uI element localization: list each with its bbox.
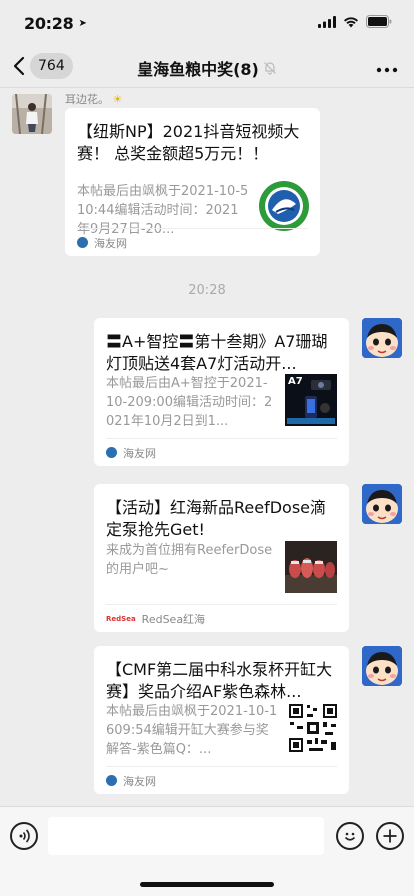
wifi-icon (344, 16, 358, 27)
link-card[interactable]: 【活动】红海新品ReefDose滴定泵抢先Get! 来成为首位拥有ReeferD… (94, 484, 349, 632)
reefdose-product-image (285, 541, 337, 593)
smiley-icon (344, 832, 356, 841)
card-source-label: 海友网 (123, 446, 156, 460)
battery-icon (366, 15, 392, 28)
my-avatar[interactable] (362, 484, 402, 524)
haiyou-logo-icon (106, 775, 117, 786)
card-description: 来成为首位拥有ReeferDose的用户吧~ (106, 543, 273, 577)
card-title: 【CMF第二届中科水泵杯开缸大赛】奖品介绍AF紫色森林... (106, 660, 333, 701)
message-input[interactable] (48, 817, 324, 855)
location-arrow-icon: ➤ (78, 17, 87, 29)
card-description: 本帖最后由飒枫于2021-10-1609:54编辑开缸大赛参与奖解答-紫色篇Q：… (106, 704, 278, 757)
voice-input-button[interactable] (10, 822, 38, 850)
redsea-logo-icon: RedSea (106, 614, 136, 623)
my-avatar[interactable] (362, 646, 402, 686)
status-bar: 20:28 ➤ (0, 0, 414, 46)
link-card[interactable]: 【CMF第二届中科水泵杯开缸大赛】奖品介绍AF紫色森林... 本帖最后由飒枫于2… (94, 646, 349, 794)
card-source-label: RedSea红海 (141, 612, 206, 626)
mute-bell-icon (263, 62, 276, 75)
crayon-shinchan-avatar (362, 484, 402, 524)
chat-title-text: 皇海鱼粮中奖(8) (137, 60, 259, 79)
card-source: 海友网 (106, 766, 337, 794)
plus-icon (383, 829, 397, 843)
card-description: 本帖最后由A+智控于2021-10-209:00编辑活动时间：2021年10月2… (106, 376, 273, 429)
my-avatar[interactable] (362, 318, 402, 358)
sender-name-text: 耳边花。 (65, 93, 109, 106)
qr-code-image (287, 702, 339, 754)
card-thumbnail (287, 702, 339, 754)
card-source: 海友网 (77, 228, 308, 256)
more-options-button[interactable] (376, 58, 398, 77)
card-source-label: 海友网 (94, 236, 127, 250)
crayon-shinchan-avatar (362, 646, 402, 686)
haiyou-logo-icon (77, 237, 88, 248)
link-card[interactable]: 〓A+智控〓第十叁期》A7珊瑚灯顶贴送4套A7灯活动开... 本帖最后由A+智控… (94, 318, 349, 466)
more-dots-icon (376, 67, 398, 73)
card-thumbnail: A7 (285, 374, 337, 426)
voice-icon (19, 829, 30, 843)
message-timestamp: 20:28 (188, 283, 226, 298)
sun-emoji-icon: ☀ (112, 93, 123, 106)
status-time: 20:28 (24, 13, 74, 33)
link-card[interactable]: 【纽斯NP】2021抖音短视频大赛！ 总奖金额超5万元！！ 本帖最后由飒枫于20… (65, 108, 320, 256)
card-source: 海友网 (106, 438, 337, 466)
emoji-button[interactable] (336, 822, 364, 850)
crayon-shinchan-avatar (362, 318, 402, 358)
card-source: RedSea RedSea红海 (106, 604, 337, 632)
avatar-photo (12, 94, 52, 134)
card-thumbnail (285, 541, 337, 593)
chat-title: 皇海鱼粮中奖(8) (0, 56, 414, 80)
np-logo-image (259, 181, 309, 231)
card-title: 〓A+智控〓第十叁期》A7珊瑚灯顶贴送4套A7灯活动开... (106, 332, 328, 373)
chat-area[interactable]: 耳边花。 ☀ 【纽斯NP】2021抖音短视频大赛！ 总奖金额超5万元！！ 本帖最… (0, 88, 414, 806)
card-title: 【纽斯NP】2021抖音短视频大赛！ 总奖金额超5万元！！ (77, 122, 300, 163)
nav-bar: 764 皇海鱼粮中奖(8) (0, 46, 414, 88)
more-actions-button[interactable] (376, 822, 404, 850)
home-indicator[interactable] (140, 882, 274, 887)
card-title: 【活动】红海新品ReefDose滴定泵抢先Get! (106, 498, 327, 539)
haiyou-logo-icon (106, 447, 117, 458)
card-source-label: 海友网 (123, 774, 156, 788)
a7-light-image (287, 380, 335, 424)
signal-icon (318, 15, 336, 28)
status-indicators (318, 15, 392, 28)
sender-avatar[interactable] (12, 94, 52, 134)
sender-name: 耳边花。 ☀ (65, 91, 122, 107)
card-thumbnail (258, 180, 310, 232)
